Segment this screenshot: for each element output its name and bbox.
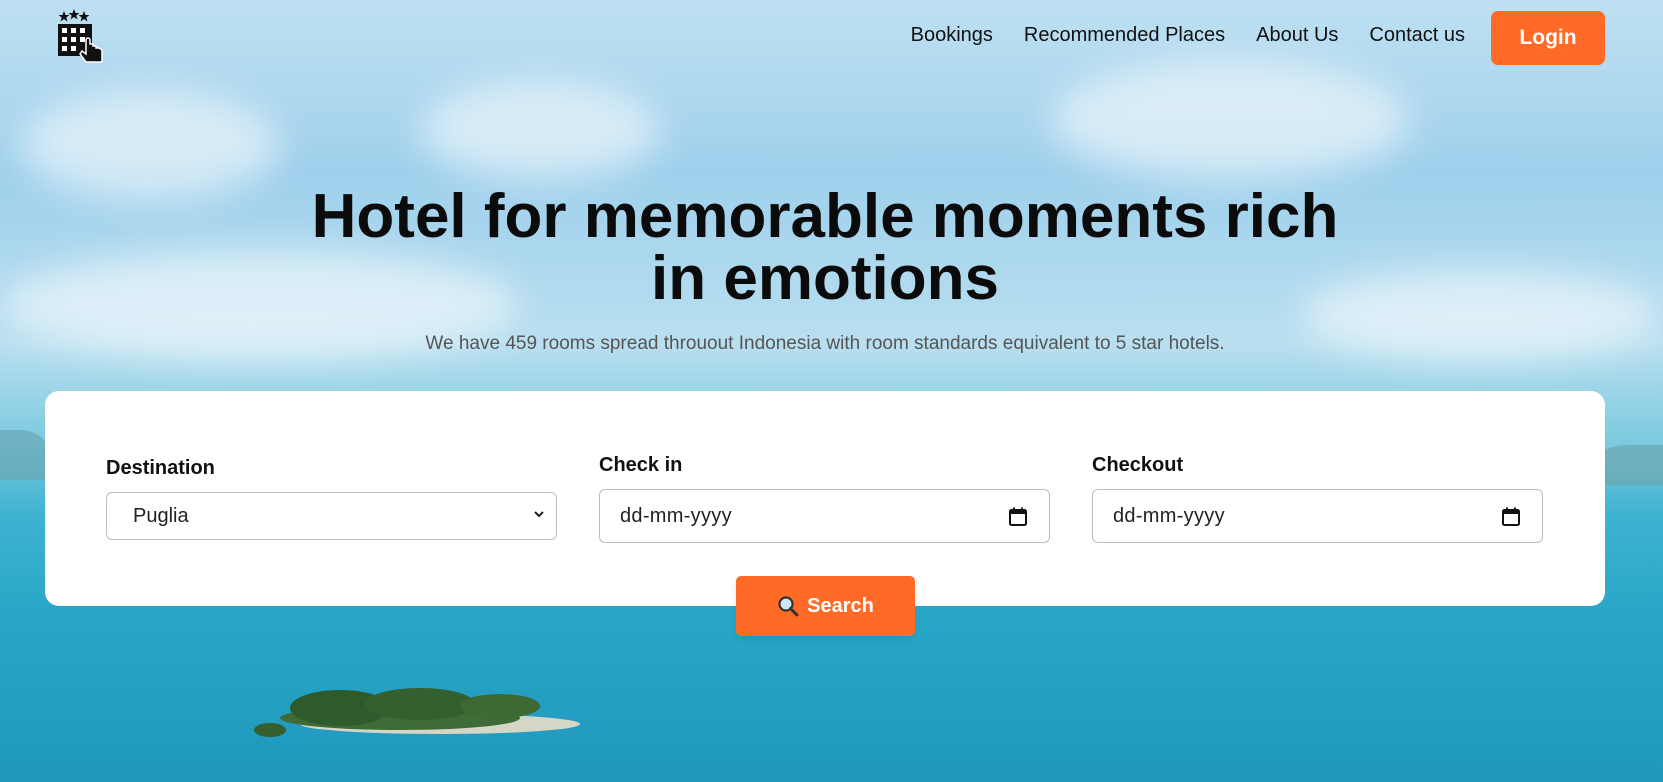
- top-navbar: Bookings Recommended Places About Us Con…: [0, 0, 1663, 76]
- distant-hill: [0, 430, 50, 480]
- hero-title-line: in emotions: [651, 244, 999, 313]
- checkout-field: Checkout dd-mm-yyyy: [1092, 454, 1543, 543]
- hero-title: Hotel for memorable moments rich in emot…: [0, 186, 1650, 310]
- nav-link-contact-us[interactable]: Contact us: [1369, 24, 1465, 47]
- cloud: [1050, 60, 1410, 180]
- checkin-field: Check in dd-mm-yyyy: [599, 454, 1050, 543]
- login-button[interactable]: Login: [1491, 11, 1605, 65]
- cloud: [20, 90, 280, 200]
- hero-title-line: Hotel for memorable moments rich: [311, 182, 1339, 251]
- destination-value: Puglia: [133, 504, 189, 527]
- calendar-icon[interactable]: [1009, 507, 1027, 526]
- hotel-logo-icon[interactable]: [56, 8, 108, 68]
- cloud: [420, 80, 660, 180]
- checkout-placeholder: dd-mm-yyyy: [1113, 504, 1225, 527]
- nav-links: Bookings Recommended Places About Us Con…: [911, 24, 1465, 47]
- calendar-icon[interactable]: [1502, 507, 1520, 526]
- destination-select[interactable]: Puglia: [106, 492, 557, 540]
- search-button[interactable]: Search: [736, 576, 915, 636]
- nav-link-bookings[interactable]: Bookings: [911, 24, 993, 47]
- destination-label: Destination: [106, 457, 215, 479]
- search-button-label: Search: [807, 594, 874, 617]
- checkout-label: Checkout: [1092, 454, 1184, 476]
- island-image: [254, 688, 580, 737]
- chevron-down-icon: [534, 511, 544, 518]
- checkin-placeholder: dd-mm-yyyy: [620, 504, 732, 527]
- destination-field: Destination Puglia: [106, 457, 557, 540]
- magnifying-glass-icon: [778, 596, 799, 617]
- checkin-date-input[interactable]: dd-mm-yyyy: [599, 489, 1050, 543]
- checkin-label: Check in: [599, 454, 683, 476]
- checkout-date-input[interactable]: dd-mm-yyyy: [1092, 489, 1543, 543]
- search-card: Destination Puglia Check in dd-mm-yyyy C…: [45, 391, 1605, 606]
- hero-subtitle: We have 459 rooms spread throuout Indone…: [425, 333, 1225, 354]
- nav-link-about-us[interactable]: About Us: [1256, 24, 1338, 47]
- nav-link-recommended-places[interactable]: Recommended Places: [1024, 24, 1225, 47]
